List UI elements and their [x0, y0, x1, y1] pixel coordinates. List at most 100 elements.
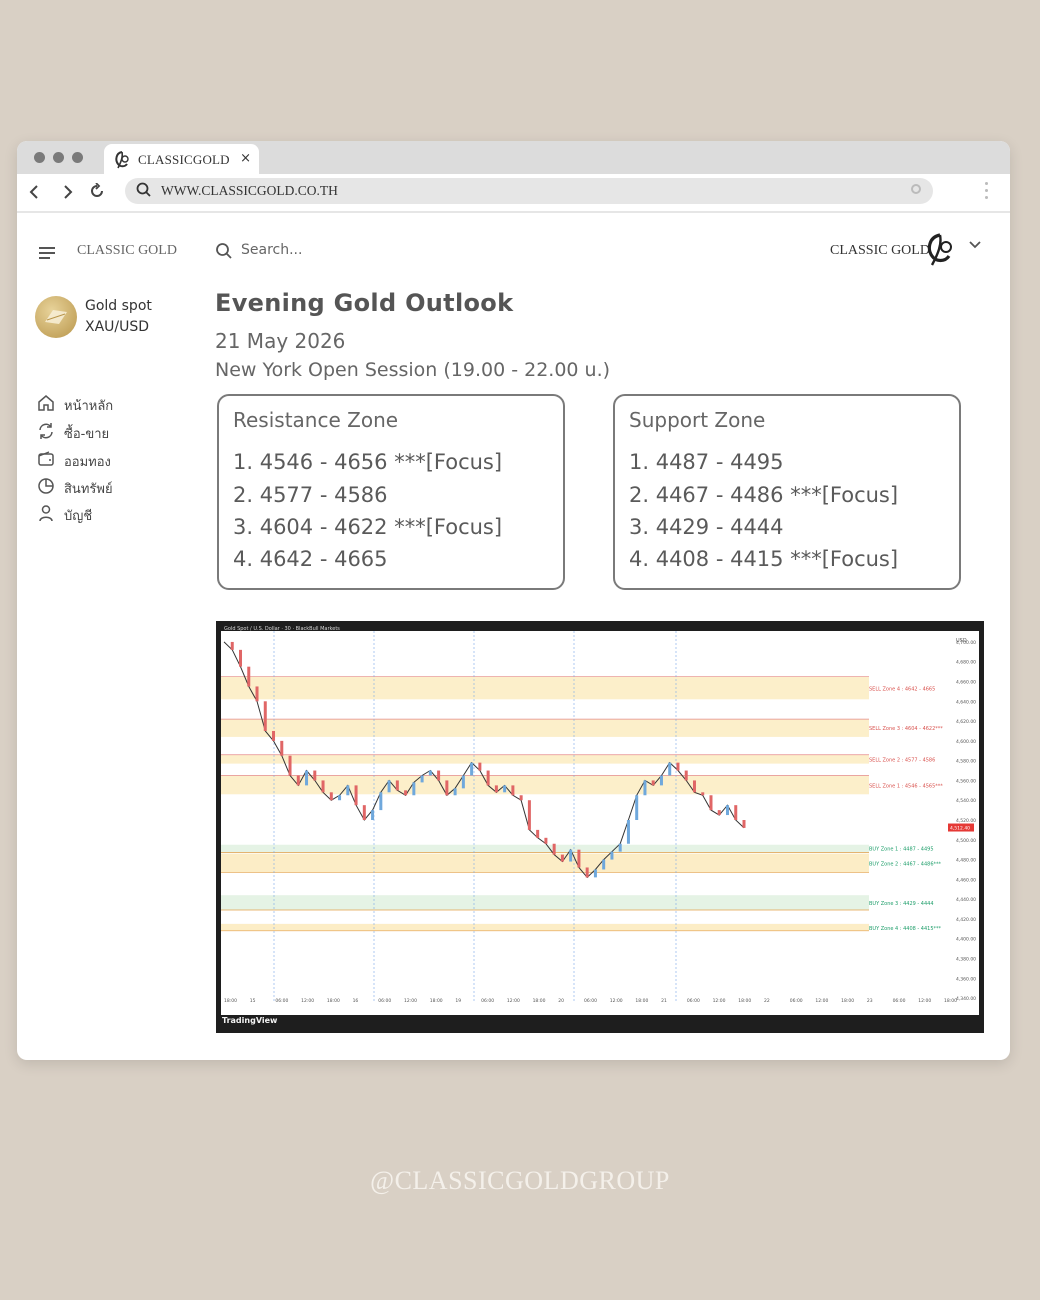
support-zone-title: Support Zone: [629, 408, 766, 432]
url-text: WWW.CLASSICGOLD.CO.TH: [161, 183, 338, 198]
price-candle: [503, 785, 507, 793]
window-close-dot[interactable]: [34, 152, 45, 163]
sidebar-item-label: สินทรัพย์: [64, 482, 113, 497]
price-candle: [354, 785, 358, 806]
price-candle: [387, 780, 391, 793]
y-tick-label: 4,600.00: [956, 739, 976, 745]
price-candle: [552, 843, 556, 855]
x-tick-label: 18:00: [327, 998, 340, 1004]
price-candle: [486, 770, 490, 786]
price-candle: [577, 849, 581, 868]
y-tick-label: 4,640.00: [956, 699, 976, 705]
price-chart-svg: Gold Spot / U.S. Dollar · 30 · BlackBull…: [221, 626, 979, 1025]
back-arrow-icon[interactable]: [29, 184, 39, 200]
gold-avatar: [35, 296, 77, 338]
x-tick-label: 06:00: [790, 998, 803, 1004]
zone-label: SELL Zone 3 : 4604 - 4622***: [869, 726, 943, 732]
window-maximize-dot[interactable]: [72, 152, 83, 163]
x-tick-label: 06:00: [481, 998, 494, 1004]
price-candle: [544, 837, 548, 844]
tab-close-icon[interactable]: ×: [240, 151, 251, 166]
browser-tab[interactable]: CLASSICGOLD ×: [104, 144, 259, 174]
y-tick-label: 4,580.00: [956, 759, 976, 765]
x-tick-label: 12:00: [610, 998, 623, 1004]
price-candle: [338, 795, 342, 801]
resistance-zone-item: 1. 4546 - 4656 ***[Focus]: [233, 450, 503, 474]
price-candle: [263, 701, 267, 731]
sell-zone-band: [221, 719, 869, 737]
price-candle: [321, 780, 325, 793]
price-candle: [659, 775, 663, 786]
gold-bar-icon: [45, 310, 67, 324]
zone-label: BUY Zone 1 : 4487 - 4495: [869, 847, 934, 853]
buy-zone-band: [221, 923, 869, 931]
x-tick-label: 06:00: [584, 998, 597, 1004]
currency-label: USD: [956, 638, 967, 644]
brand-name-right[interactable]: CLASSIC GOLD: [830, 243, 930, 259]
search-icon[interactable]: [215, 242, 233, 260]
zone-label: SELL Zone 4 : 4642 - 4665: [869, 686, 935, 692]
wallet-icon: [38, 451, 54, 466]
zone-label: BUY Zone 4 : 4408 - 4415***: [869, 926, 942, 932]
site-settings-icon[interactable]: [911, 184, 921, 194]
reload-icon[interactable]: [89, 183, 105, 199]
sell-zone-band: [221, 676, 869, 700]
address-bar-row: WWW.CLASSICGOLD.CO.TH: [17, 174, 1010, 213]
page-content: CLASSIC GOLD Search... CLASSIC GOLD Gold…: [17, 213, 1010, 1060]
y-tick-label: 4,560.00: [956, 778, 976, 784]
url-bar[interactable]: WWW.CLASSICGOLD.CO.TH: [125, 178, 933, 204]
asset-symbol: XAU/USD: [85, 319, 150, 335]
price-candle: [560, 854, 564, 862]
x-tick-label: 06:00: [275, 998, 288, 1004]
price-candle: [395, 780, 399, 791]
support-zone-card: Support Zone 1. 4487 - 4495 2. 4467 - 44…: [613, 394, 961, 590]
forward-arrow-icon[interactable]: [63, 184, 73, 200]
sidebar-item-label: หน้าหลัก: [64, 399, 114, 414]
support-zone-item: 2. 4467 - 4486 ***[Focus]: [629, 483, 899, 507]
price-candle: [734, 805, 738, 820]
price-candle: [684, 770, 688, 781]
zone-label: BUY Zone 2 : 4467 - 4486***: [869, 862, 942, 868]
x-tick-label: 20: [558, 998, 564, 1004]
asset-name: Gold spot: [85, 298, 152, 314]
price-candle: [709, 795, 713, 811]
price-candle: [239, 649, 243, 667]
price-candle: [618, 843, 622, 852]
sell-zone-band: [221, 754, 869, 764]
x-tick-label: 22: [764, 998, 770, 1004]
classicgold-logo-icon[interactable]: [922, 232, 958, 268]
zone-label: SELL Zone 1 : 4546 - 4565***: [869, 783, 943, 789]
tradingview-logo: TradingView: [222, 1016, 278, 1025]
browser-menu-icon[interactable]: [985, 182, 988, 203]
sidebar-item-label: ออมทอง: [64, 455, 111, 470]
buy-zone-band: [221, 895, 869, 911]
price-candle: [445, 780, 449, 796]
chevron-down-icon[interactable]: [969, 241, 981, 249]
price-candle: [453, 788, 457, 796]
price-candle: [626, 820, 630, 844]
x-tick-label: 23: [867, 998, 873, 1004]
social-handle: @CLASSICGOLDGROUP: [370, 1166, 670, 1195]
price-candle: [478, 762, 482, 771]
price-candle: [470, 762, 474, 776]
y-tick-label: 4,480.00: [956, 858, 976, 864]
x-tick-label: 12:00: [918, 998, 931, 1004]
hamburger-menu-icon[interactable]: [39, 247, 55, 262]
price-candle: [461, 775, 465, 789]
brand-name-left[interactable]: CLASSIC GOLD: [77, 243, 177, 259]
zone-label: BUY Zone 3 : 4429 - 4444: [869, 901, 934, 907]
price-candle: [536, 829, 540, 838]
search-input[interactable]: Search...: [241, 242, 302, 258]
price-candle: [651, 780, 655, 786]
price-candle: [313, 770, 317, 781]
price-candle: [305, 770, 309, 786]
price-candle: [296, 775, 300, 786]
y-tick-label: 4,680.00: [956, 660, 976, 666]
y-tick-label: 4,440.00: [956, 897, 976, 903]
y-tick-label: 4,420.00: [956, 917, 976, 923]
exchange-icon: [39, 423, 53, 439]
price-candle: [635, 795, 639, 820]
page-date: 21 May 2026: [215, 329, 346, 353]
window-minimize-dot[interactable]: [53, 152, 64, 163]
price-candle: [585, 867, 589, 878]
